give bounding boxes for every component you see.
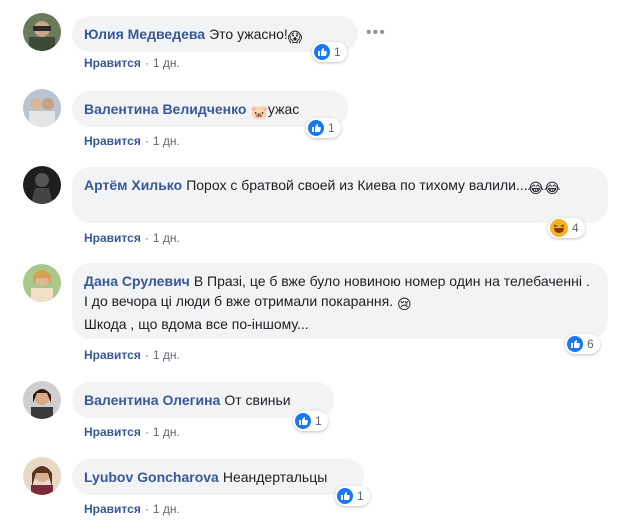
thumbs-up-icon xyxy=(295,413,311,429)
comment-age[interactable]: 1 дн. xyxy=(153,231,180,245)
reaction-summary[interactable]: 1 xyxy=(335,486,370,506)
comment-actions: Нравится · 1 дн. xyxy=(84,501,180,517)
comment-text-line2: Шкода , що вдома все по-іншому... xyxy=(84,316,309,332)
reaction-count: 1 xyxy=(334,45,341,59)
comment-text: ужас xyxy=(267,101,300,117)
comment-actions: Нравится · 1 дн. xyxy=(84,55,180,71)
separator: · xyxy=(144,56,149,70)
scream-emoji-icon: 😱 xyxy=(287,29,303,45)
like-button[interactable]: Нравится xyxy=(84,348,141,362)
like-button[interactable]: Нравится xyxy=(84,425,141,439)
reaction-count: 1 xyxy=(315,414,322,428)
like-button[interactable]: Нравится xyxy=(84,502,141,516)
tears-of-joy-emoji-icon: 😂😂 xyxy=(527,180,561,196)
comment-actions: Нравится · 1 дн. xyxy=(84,347,180,363)
separator: · xyxy=(144,502,149,516)
comment-age[interactable]: 1 дн. xyxy=(153,134,180,148)
avatar[interactable] xyxy=(23,13,61,51)
author-name[interactable]: Дана Срулевич xyxy=(84,273,190,289)
comment-text: Неандертальцы xyxy=(222,469,328,485)
author-name[interactable]: Валентина Олегина xyxy=(84,392,220,408)
comment-age[interactable]: 1 дн. xyxy=(153,348,180,362)
pig-emoji-icon: 🐷 xyxy=(250,104,268,120)
author-name[interactable]: Артём Хилько xyxy=(84,177,182,193)
comment-text: От свиньи xyxy=(224,392,291,408)
author-name[interactable]: Lyubov Goncharova xyxy=(84,469,219,485)
more-options-icon[interactable]: ••• xyxy=(366,24,386,42)
separator: · xyxy=(144,231,149,245)
comment-text: Это ужасно! xyxy=(209,26,288,42)
comment-actions: Нравится · 1 дн. xyxy=(84,424,180,440)
comment-actions: Нравится · 1 дн. xyxy=(84,230,180,246)
separator: · xyxy=(144,348,149,362)
avatar[interactable] xyxy=(23,89,61,127)
author-name[interactable]: Валентина Велидченко xyxy=(84,101,246,117)
reaction-summary[interactable]: 1 xyxy=(306,118,341,138)
comment-age[interactable]: 1 дн. xyxy=(153,56,180,70)
avatar[interactable] xyxy=(23,264,61,302)
thumbs-up-icon xyxy=(308,120,324,136)
thumbs-up-icon xyxy=(567,336,583,352)
reaction-count: 1 xyxy=(328,121,335,135)
comment-bubble: Дана Срулевич В Празі, це б вже було нови… xyxy=(72,263,608,339)
reaction-summary[interactable]: 6 xyxy=(565,334,600,354)
thumbs-up-icon xyxy=(337,488,353,504)
reaction-count: 1 xyxy=(357,489,364,503)
comment-bubble: Артём Хилько Порох с братвой своей из Кие… xyxy=(72,167,608,223)
avatar[interactable] xyxy=(23,457,61,495)
avatar[interactable] xyxy=(23,166,61,204)
reaction-count: 6 xyxy=(587,337,594,351)
separator: · xyxy=(144,425,149,439)
like-button[interactable]: Нравится xyxy=(84,134,141,148)
laugh-emoji-icon xyxy=(550,219,568,237)
reaction-summary[interactable]: 1 xyxy=(293,411,328,431)
comment-actions: Нравится · 1 дн. xyxy=(84,133,180,149)
crying-emoji-icon: 😢 xyxy=(397,296,412,312)
comment-age[interactable]: 1 дн. xyxy=(153,502,180,516)
comment-age[interactable]: 1 дн. xyxy=(153,425,180,439)
reaction-summary[interactable]: 1 xyxy=(312,42,347,62)
reaction-count: 4 xyxy=(572,221,579,235)
comment-text: Порох с братвой своей из Киева по тихому… xyxy=(186,177,528,193)
comment-bubble: Lyubov Goncharova Неандертальцы xyxy=(72,459,364,495)
thumbs-up-icon xyxy=(314,44,330,60)
separator: · xyxy=(144,134,149,148)
like-button[interactable]: Нравится xyxy=(84,56,141,70)
avatar[interactable] xyxy=(23,381,61,419)
reaction-summary[interactable]: 4 xyxy=(548,218,585,238)
like-button[interactable]: Нравится xyxy=(84,231,141,245)
author-name[interactable]: Юлия Медведева xyxy=(84,26,205,42)
